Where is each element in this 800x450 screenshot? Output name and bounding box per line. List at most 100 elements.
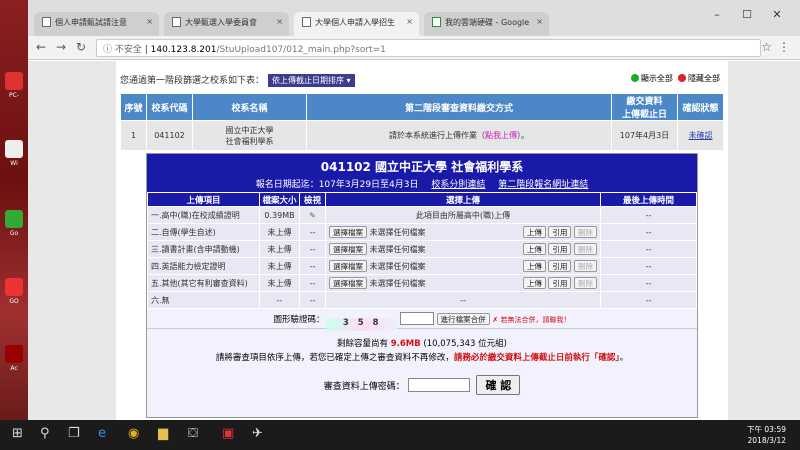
password-row: 審查資料上傳密碼： 確 認 — [147, 375, 697, 395]
detail-header: 041102 國立中正大學 社會福利學系 報名日期起迄：107年3月29日至4月… — [147, 154, 697, 192]
back-icon[interactable]: ← — [36, 40, 46, 54]
cite-button[interactable]: 引用 — [548, 226, 572, 238]
detail-title: 041102 國立中正大學 社會福利學系 — [320, 160, 524, 174]
col-header: 確認狀態 — [677, 93, 724, 121]
upload-button[interactable]: 上傳 — [522, 260, 546, 272]
merge-help-link[interactable]: ✗ 若無法合併，請聯我！ — [492, 316, 570, 324]
app-icon[interactable]: ▣ — [222, 426, 234, 441]
close-window-icon[interactable]: ✕ — [762, 8, 792, 21]
dept-rules-link[interactable]: 校系分則連結 — [431, 180, 485, 190]
green-dot-icon — [630, 74, 639, 82]
col-header: 選擇上傳 — [325, 192, 601, 207]
choose-file-button[interactable]: 選擇檔案 — [329, 243, 367, 255]
hide-all-link[interactable]: 隱藏全部 — [688, 74, 720, 83]
quota-info: 剩餘容量尚有 9.6MB (10,075,343 位元組) 請將審查項目依序上傳… — [215, 339, 629, 363]
app-icon[interactable]: ✈ — [252, 426, 263, 441]
menu-icon[interactable]: ⋮ — [778, 40, 790, 54]
col-header: 檔案大小 — [259, 192, 300, 207]
col-header: 第二階段審查資料繳交方式 — [306, 93, 612, 121]
upload-link[interactable]: 點我上傳 — [485, 131, 517, 140]
delete-button: 刪除 — [574, 243, 597, 255]
tab-1[interactable]: 個人申請甄試請注意 × — [34, 12, 159, 36]
cite-button[interactable]: 引用 — [548, 260, 572, 272]
minimize-icon[interactable]: – — [702, 8, 732, 21]
page-icon — [302, 17, 311, 27]
store-icon[interactable]: ⛋ — [188, 426, 198, 441]
captcha-input[interactable] — [399, 312, 434, 325]
reload-icon[interactable]: ↻ — [76, 40, 86, 54]
browser-window: 個人申請甄試請注意 × 大學甄選入學委員會 × 大學個人申請入學招生 × 我的雲端硬碟… — [28, 0, 800, 420]
forward-icon[interactable]: → — [56, 40, 66, 54]
close-icon[interactable]: × — [536, 17, 543, 26]
table-row: 1 041102 國立中正大學 社會福利學系 請於本系統進行上傳作業（點我上傳）。… — [120, 120, 724, 151]
table-row: 五.其他(其它有利審查資料) 未上傳 -- 選擇檔案 未選擇任何檔案 上傳 引用 … — [147, 274, 697, 292]
page-icon — [42, 17, 51, 27]
choose-file-button[interactable]: 選擇檔案 — [329, 277, 367, 289]
window-controls: – ☐ ✕ — [702, 8, 792, 21]
captcha-image: 3 5 8 — [327, 318, 398, 331]
desktop-icon[interactable]: Go — [2, 210, 26, 237]
desktop-icon[interactable]: Wi — [2, 140, 26, 167]
upload-button[interactable]: 上傳 — [522, 243, 546, 255]
detail-panel: 041102 國立中正大學 社會福利學系 報名日期起迄：107年3月29日至4月… — [146, 153, 698, 418]
upload-button[interactable]: 上傳 — [522, 277, 546, 289]
taskbar: ⊞ ⚲ ❐ e ◉ ▆ ⛋ ▣ ✈ 下午 03:59 2018/3/12 — [0, 420, 800, 450]
cite-button[interactable]: 引用 — [548, 243, 572, 255]
main-content: 您通過第一階段篩選之校系如下表： 依上傳截止日期排序 ▾ 顯示全部 隱藏全部 序號… — [116, 61, 728, 420]
col-header: 上傳項目 — [147, 192, 260, 207]
bookmark-star-icon[interactable]: ☆ — [761, 40, 772, 54]
delete-button: 刪除 — [574, 277, 597, 289]
edge-icon[interactable]: e — [98, 426, 106, 441]
task-view-icon[interactable]: ❐ — [68, 426, 80, 441]
col-header: 檢視 — [299, 192, 326, 207]
tab-2[interactable]: 大學甄選入學委員會 × — [164, 12, 289, 36]
maximize-icon[interactable]: ☐ — [732, 8, 762, 21]
table-row: 二.自傳(學生自述) 未上傳 -- 選擇檔案 未選擇任何檔案 上傳 引用 刪除 -… — [147, 223, 697, 241]
tab-4[interactable]: 我的雲端硬碟 - Google × — [424, 12, 549, 36]
desktop-icon[interactable]: PC- — [2, 72, 26, 99]
upload-button[interactable]: 上傳 — [522, 226, 546, 238]
intro-line: 您通過第一階段篩選之校系如下表： 依上傳截止日期排序 ▾ — [120, 73, 355, 87]
captcha-row: 圖形驗證碼： 3 5 8 進行檔案合併 ✗ 若無法合併，請聯我！ — [147, 309, 697, 331]
red-dot-icon — [678, 74, 686, 82]
stage2-link[interactable]: 第二階段報名網址連結 — [498, 180, 588, 190]
url-input[interactable]: ⓘ 不安全 | 140.123.8.201/StuUpload107/012_m… — [96, 39, 761, 57]
chrome-icon[interactable]: ◉ — [128, 426, 139, 441]
choose-file-button[interactable]: 選擇檔案 — [329, 260, 367, 272]
table-row: 三.讀書計畫(含申請動機) 未上傳 -- 選擇檔案 未選擇任何檔案 上傳 引用 刪… — [147, 240, 697, 258]
cite-button[interactable]: 引用 — [548, 277, 572, 289]
close-icon[interactable]: × — [146, 17, 153, 26]
choose-file-button[interactable]: 選擇檔案 — [329, 226, 367, 238]
table-row: 六.無 -- -- -- -- — [147, 291, 697, 309]
col-header: 序號 — [120, 93, 147, 121]
delete-button: 刪除 — [574, 226, 597, 238]
visibility-legend: 顯示全部 隱藏全部 — [630, 73, 720, 84]
merge-files-button[interactable]: 進行檔案合併 — [436, 313, 490, 325]
tab-3[interactable]: 大學個人申請入學招生 × — [294, 12, 419, 36]
status-link[interactable]: 未確認 — [689, 131, 713, 140]
close-icon[interactable]: × — [406, 17, 413, 26]
start-icon[interactable]: ⊞ — [12, 426, 23, 441]
close-icon[interactable]: × — [276, 17, 283, 26]
confirm-button[interactable]: 確 認 — [476, 375, 521, 395]
view-icon[interactable]: ✎ — [299, 206, 326, 224]
desktop-icon[interactable]: GO — [2, 278, 26, 305]
show-all-link[interactable]: 顯示全部 — [641, 74, 673, 83]
clock[interactable]: 下午 03:59 2018/3/12 — [747, 424, 786, 446]
upload-table: 上傳項目 檔案大小 檢視 選擇上傳 最後上傳時間 一.高中(職)在校成績證明 0… — [147, 192, 697, 309]
desktop-background: PC- Wi Go GO Ac — [0, 0, 28, 450]
table-row: 一.高中(職)在校成績證明 0.39MB ✎ 此項目由所屬高中(職)上傳 -- — [147, 206, 697, 224]
delete-button: 刪除 — [574, 260, 597, 272]
table-row: 四.英語能力檢定證明 未上傳 -- 選擇檔案 未選擇任何檔案 上傳 引用 刪除 -… — [147, 257, 697, 275]
col-header: 校系代碼 — [146, 93, 193, 121]
folder-icon[interactable]: ▆ — [158, 426, 168, 441]
sort-select[interactable]: 依上傳截止日期排序 ▾ — [268, 74, 355, 87]
address-bar: ← → ↻ ⓘ 不安全 | 140.123.8.201/StuUpload107… — [28, 36, 800, 60]
upload-password-input[interactable] — [407, 378, 470, 392]
search-icon[interactable]: ⚲ — [40, 426, 50, 441]
desktop-icon[interactable]: Ac — [2, 345, 26, 372]
col-header: 繳交資料 上傳截止日 — [611, 93, 678, 121]
page-area: 您通過第一階段篩選之校系如下表： 依上傳截止日期排序 ▾ 顯示全部 隱藏全部 序號… — [28, 61, 800, 420]
school-table: 序號 校系代碼 校系名稱 第二階段審查資料繳交方式 繳交資料 上傳截止日 確認狀… — [120, 93, 724, 151]
col-header: 校系名稱 — [192, 93, 307, 121]
